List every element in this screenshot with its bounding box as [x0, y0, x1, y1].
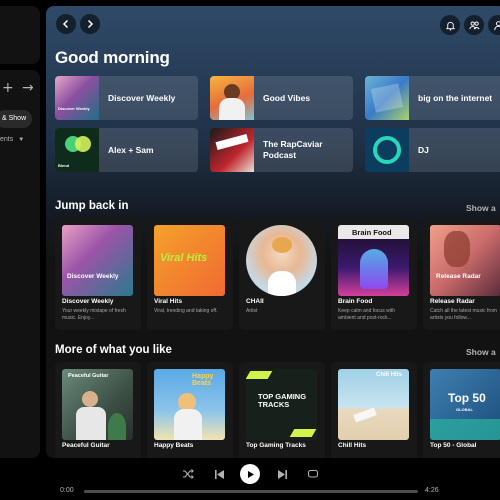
card-art: Brain Food: [338, 225, 409, 296]
card-title: Discover Weekly: [62, 298, 114, 305]
jump-back-in-title: Jump back in: [55, 200, 129, 212]
main-view: Good morning Discover Weekly Discover We…: [46, 6, 500, 458]
card-title: Top 50 - Global: [430, 442, 477, 449]
card-chill-hits[interactable]: Chill Hits Chill Hits: [331, 362, 417, 458]
notifications-button[interactable]: [440, 15, 460, 35]
player-bar: 0:00 4:26: [0, 458, 500, 500]
card-art: Viral Hits: [154, 225, 225, 296]
shortcut-good-vibes[interactable]: Good Vibes: [210, 76, 353, 120]
card-art: Discover Weekly: [62, 225, 133, 296]
blend-art: Blend: [55, 128, 99, 172]
friend-activity-button[interactable]: [464, 15, 484, 35]
artist-avatar: [246, 225, 317, 296]
play-icon: [247, 470, 254, 478]
shuffle-icon: [183, 469, 194, 479]
card-title: CHAII: [246, 298, 264, 305]
shortcut-label: big on the internet: [418, 92, 493, 103]
card-description: Keep calm and focus with ambient and pos…: [338, 308, 395, 321]
filter-chip-shows[interactable]: & Show: [0, 110, 33, 128]
card-title: Chill Hits: [338, 442, 367, 449]
user-icon: [493, 20, 500, 30]
card-title: Release Radar: [430, 298, 475, 305]
card-description: Artist: [246, 308, 258, 314]
chevron-left-icon: [62, 19, 69, 29]
skip-back-icon: [214, 469, 224, 479]
card-art: Peaceful Guitar: [62, 369, 133, 440]
card-title: Brain Food: [338, 298, 373, 305]
profile-button[interactable]: [488, 15, 500, 35]
big-on-the-internet-art: [365, 76, 409, 120]
next-button[interactable]: [274, 466, 290, 482]
repeat-icon: [307, 469, 319, 478]
progress-bar[interactable]: [84, 490, 418, 493]
friends-icon: [468, 21, 480, 29]
shortcut-alex-sam[interactable]: Blend Alex + Sam: [55, 128, 198, 172]
card-discover-weekly[interactable]: Discover Weekly Discover Weekly Your wee…: [55, 218, 141, 330]
card-description: Your weekly mixtape of fresh music. Enjo…: [62, 308, 126, 321]
shortcut-label: The RapCaviar Podcast: [263, 139, 323, 160]
card-title: Peaceful Guitar: [62, 442, 110, 449]
previous-button[interactable]: [211, 466, 227, 482]
recents-sort[interactable]: ents ▼: [0, 136, 40, 143]
duration-time: 4:26: [425, 487, 439, 494]
card-art: TOP GAMING TRACKS: [246, 369, 317, 440]
greeting-title: Good morning: [55, 48, 170, 67]
recents-label: ents: [0, 136, 14, 143]
play-button[interactable]: [240, 464, 260, 484]
more-like-show-all[interactable]: Show a: [466, 347, 496, 357]
dj-art: [365, 128, 409, 172]
repeat-button[interactable]: [305, 466, 321, 482]
card-chaii[interactable]: CHAII Artist: [239, 218, 325, 330]
card-title: Happy Beats: [154, 442, 194, 449]
shortcut-label: DJ: [418, 144, 429, 155]
card-art: Happy Beats: [154, 369, 225, 440]
card-happy-beats[interactable]: Happy Beats Happy Beats: [147, 362, 233, 458]
forward-button[interactable]: [80, 14, 100, 34]
elapsed-time: 0:00: [60, 487, 74, 494]
card-brain-food[interactable]: Brain Food Brain Food Keep calm and focu…: [331, 218, 417, 330]
plus-icon[interactable]: +: [2, 80, 14, 96]
card-art: Chill Hits: [338, 369, 409, 440]
discover-weekly-art: Discover Weekly: [55, 76, 99, 120]
card-top-gaming-tracks[interactable]: TOP GAMING TRACKS Top Gaming Tracks: [239, 362, 325, 458]
chevron-right-icon: [87, 19, 94, 29]
sidebar-nav: [0, 6, 40, 64]
skip-forward-icon: [277, 469, 287, 479]
card-title: Viral Hits: [154, 298, 183, 305]
card-art: Top 50 GLOBAL: [430, 369, 500, 440]
app-window: + → & Show ents ▼ Good morning Discover …: [0, 0, 500, 500]
sidebar-library: + → & Show ents ▼: [0, 70, 40, 458]
shortcut-rapcaviar-podcast[interactable]: The RapCaviar Podcast: [210, 128, 353, 172]
card-release-radar[interactable]: Release Radar Release Radar Catch all th…: [423, 218, 500, 330]
bell-icon: [445, 21, 455, 31]
card-description: Viral, trending and taking off.: [154, 308, 218, 314]
back-button[interactable]: [56, 14, 76, 34]
good-vibes-art: [210, 76, 254, 120]
shortcut-big-on-the-internet[interactable]: big on the internet: [365, 76, 500, 120]
arrow-right-icon[interactable]: →: [22, 80, 34, 96]
shortcut-label: Good Vibes: [263, 92, 311, 103]
card-top-50-global[interactable]: Top 50 GLOBAL Top 50 - Global: [423, 362, 500, 458]
rapcaviar-podcast-art: [210, 128, 254, 172]
card-viral-hits[interactable]: Viral Hits Viral Hits Viral, trending an…: [147, 218, 233, 330]
shortcut-label: Alex + Sam: [108, 144, 154, 155]
caret-down-icon: ▼: [18, 137, 25, 143]
jump-back-in-show-all[interactable]: Show a: [466, 203, 496, 213]
card-art: Release Radar: [430, 225, 500, 296]
shortcut-discover-weekly[interactable]: Discover Weekly Discover Weekly: [55, 76, 198, 120]
card-description: Catch all the latest music from artists …: [430, 308, 497, 321]
card-peaceful-guitar[interactable]: Peaceful Guitar Peaceful Guitar: [55, 362, 141, 458]
more-like-title: More of what you like: [55, 344, 172, 356]
shortcut-label: Discover Weekly: [108, 92, 176, 103]
shortcut-dj[interactable]: DJ: [365, 128, 500, 172]
card-title: Top Gaming Tracks: [246, 442, 306, 449]
shuffle-button[interactable]: [180, 466, 196, 482]
